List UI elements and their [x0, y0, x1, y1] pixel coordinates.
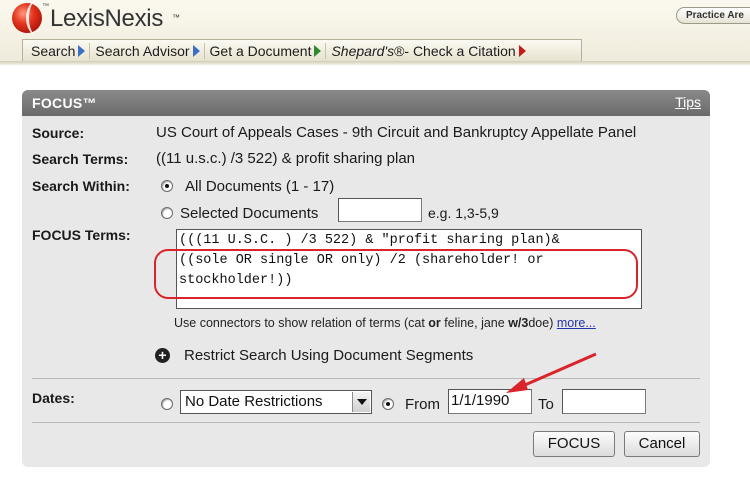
restrict-segments-link[interactable]: Restrict Search Using Document Segments: [184, 347, 473, 364]
panel-title: FOCUS™: [32, 95, 97, 111]
brand-tm: ™: [172, 13, 180, 22]
nav-bar: Search Search Advisor Get a Document She…: [22, 39, 582, 61]
focus-button[interactable]: FOCUS: [533, 431, 615, 457]
dates-label: Dates:: [32, 390, 75, 406]
nav-get-document[interactable]: Get a Document: [209, 42, 327, 59]
nav-divider: [0, 61, 750, 65]
nav-search-label: Search: [31, 42, 76, 59]
focus-panel: FOCUS™ Tips Source: US Court of Appeals …: [22, 90, 710, 467]
plus-icon[interactable]: +: [155, 348, 170, 363]
buttons-divider: [32, 422, 700, 423]
selected-documents-radio[interactable]: [161, 207, 173, 219]
nav-shepards-label: Shepard's: [331, 42, 395, 59]
selected-documents-hint: e.g. 1,3-5,9: [428, 205, 499, 221]
nav-check-citation-label: ®- Check a Citation: [394, 42, 516, 59]
arrow-right-icon: [78, 44, 86, 57]
no-date-radio[interactable]: [161, 398, 173, 410]
annotation-arrow-icon: [506, 352, 597, 393]
nav-check-citation[interactable]: Shepard's ®- Check a Citation: [331, 43, 529, 59]
cancel-button[interactable]: Cancel: [624, 431, 700, 457]
from-label: From: [405, 396, 440, 413]
date-restriction-select[interactable]: No Date Restrictions: [180, 390, 372, 414]
source-label: Source:: [32, 125, 85, 141]
selected-documents-label: Selected Documents: [180, 205, 319, 222]
focus-terms-textarea[interactable]: (((11 U.S.C. ) /3 522) & "profit sharing…: [176, 229, 642, 309]
hint-w3: w/3: [508, 316, 529, 330]
logo-tm-small: ™: [42, 3, 49, 10]
lexisnexis-logo-icon: [12, 1, 42, 35]
search-terms-label: Search Terms:: [32, 151, 129, 167]
hint-text-3: doe): [528, 316, 557, 330]
to-label: To: [538, 396, 554, 413]
all-documents-radio[interactable]: [161, 180, 173, 192]
arrow-right-icon: [518, 44, 526, 57]
nav-search[interactable]: Search: [31, 42, 91, 59]
app-header: ™ LexisNexis ™ Practice Are Search Searc…: [0, 0, 750, 62]
practice-area-button[interactable]: Practice Are: [676, 7, 750, 24]
from-date-radio[interactable]: [382, 398, 394, 410]
focus-terms-label: FOCUS Terms:: [32, 227, 131, 243]
arrow-right-icon: [192, 44, 200, 57]
hint-text-2: feline, jane: [440, 316, 509, 330]
nav-search-advisor[interactable]: Search Advisor: [95, 42, 205, 59]
search-terms-value: ((11 u.s.c.) /3 522) & profit sharing pl…: [156, 150, 416, 167]
all-documents-label: All Documents (1 - 17): [185, 178, 335, 195]
arrow-right-icon: [314, 44, 322, 57]
connector-hint: Use connectors to show relation of terms…: [174, 316, 596, 330]
brand-name: LexisNexis: [50, 5, 164, 32]
chevron-down-icon[interactable]: [352, 392, 370, 412]
panel-title-bar: FOCUS™ Tips: [22, 90, 710, 116]
hint-text-1: Use connectors to show relation of terms…: [174, 316, 429, 330]
hint-or: or: [428, 316, 441, 330]
nav-get-document-label: Get a Document: [209, 42, 312, 59]
tips-link[interactable]: Tips: [675, 94, 701, 110]
more-link[interactable]: more...: [557, 316, 596, 330]
nav-search-advisor-label: Search Advisor: [95, 42, 190, 59]
source-value: US Court of Appeals Cases - 9th Circuit …: [156, 124, 637, 141]
selected-documents-input[interactable]: [338, 198, 422, 222]
date-restriction-value: No Date Restrictions: [185, 393, 323, 410]
search-within-label: Search Within:: [32, 178, 130, 194]
